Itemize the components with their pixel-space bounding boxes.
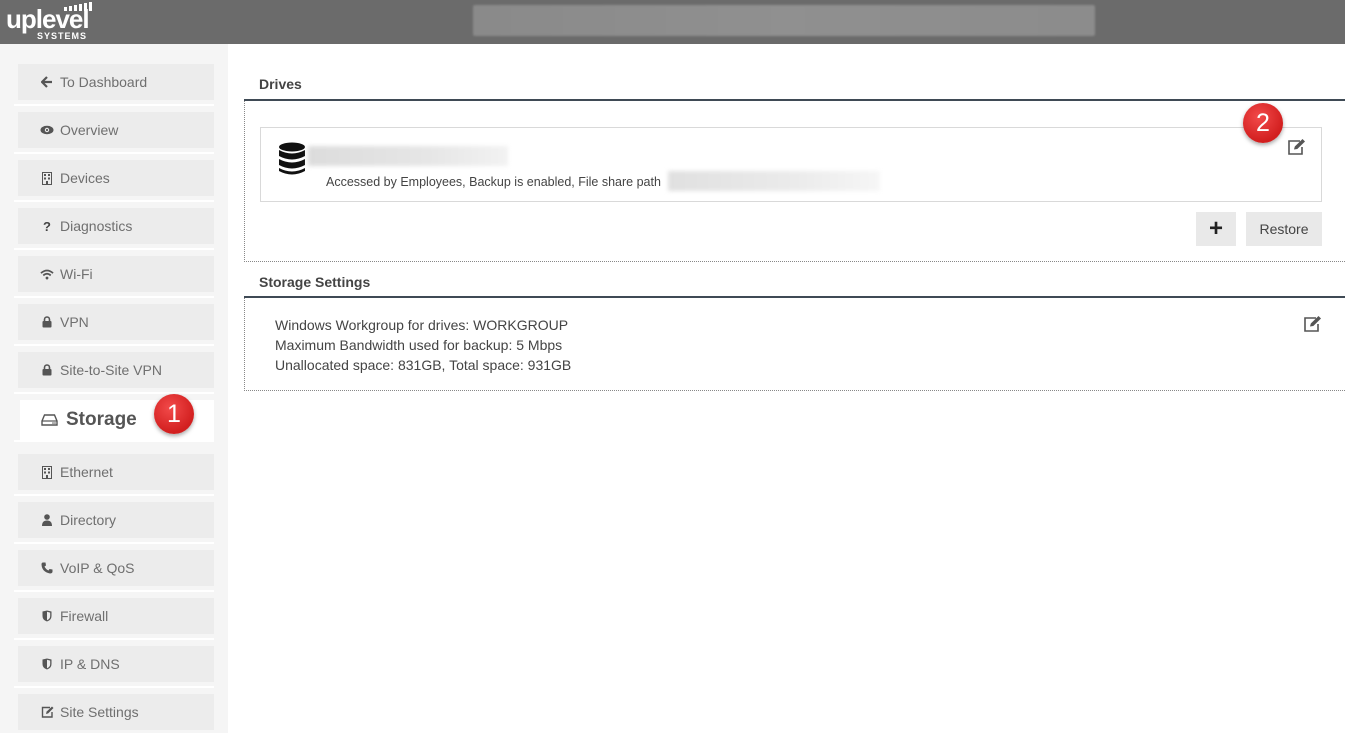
- sidebar-divider: [14, 440, 214, 442]
- sidebar-item-label: Storage: [66, 409, 137, 430]
- sidebar-item-label: VPN: [60, 314, 89, 330]
- database-icon: [278, 142, 306, 176]
- sidebar-item-label: VoIP & QoS: [60, 560, 135, 576]
- sidebar-item-wifi[interactable]: Wi-Fi: [18, 256, 214, 292]
- sidebar-item-site-settings[interactable]: Site Settings: [18, 694, 214, 730]
- question-icon: ?: [43, 218, 51, 234]
- shield-icon: [40, 658, 54, 670]
- sidebar-item-label: Site Settings: [60, 704, 139, 720]
- user-icon: [40, 514, 54, 526]
- space-line: Unallocated space: 831GB, Total space: 9…: [275, 357, 572, 373]
- sidebar-divider: [14, 494, 214, 496]
- sidebar-divider: [14, 542, 214, 544]
- sidebar-item-label: Diagnostics: [60, 218, 133, 234]
- redacted-drive-name: [308, 146, 508, 166]
- sidebar-item-ethernet[interactable]: Ethernet: [18, 454, 214, 490]
- sidebar-item-devices[interactable]: Devices: [18, 160, 214, 196]
- sidebar-divider: [14, 344, 214, 346]
- brand-sub: SYSTEMS: [37, 31, 88, 41]
- hdd-icon: [40, 414, 58, 426]
- building-icon: [40, 465, 54, 479]
- restore-button[interactable]: Restore: [1246, 212, 1322, 246]
- drives-section-title: Drives: [259, 76, 302, 92]
- redacted-file-share-path: [668, 171, 880, 191]
- sidebar-item-label: Wi-Fi: [60, 266, 93, 282]
- phone-icon: [40, 562, 54, 574]
- sidebar-item-label: To Dashboard: [60, 74, 148, 90]
- workgroup-line: Windows Workgroup for drives: WORKGROUP: [275, 317, 569, 333]
- callout-badge-1: 1: [154, 394, 194, 434]
- drive-description: Accessed by Employees, Backup is enabled…: [326, 175, 661, 189]
- edit-icon: [40, 706, 54, 718]
- sidebar-divider: [14, 590, 214, 592]
- sidebar-item-label: Ethernet: [60, 464, 113, 480]
- arrow-left-icon: [40, 76, 54, 88]
- wifi-icon: [40, 269, 54, 280]
- sidebar-item-vpn[interactable]: VPN: [18, 304, 214, 340]
- edit-storage-settings-icon[interactable]: [1303, 315, 1323, 333]
- edit-drive-icon[interactable]: [1287, 138, 1307, 156]
- sidebar-divider: [14, 152, 214, 154]
- bandwidth-line: Maximum Bandwidth used for backup: 5 Mbp…: [275, 337, 563, 353]
- sidebar-divider: [14, 104, 214, 106]
- brand-logo[interactable]: uplevel SYSTEMS: [6, 0, 96, 44]
- sidebar-item-voip-qos[interactable]: VoIP & QoS: [18, 550, 214, 586]
- building-icon: [40, 171, 54, 185]
- callout-badge-2: 2: [1243, 103, 1283, 143]
- lock-icon: [40, 316, 54, 328]
- sidebar-divider: [14, 392, 214, 394]
- add-drive-button[interactable]: +: [1196, 212, 1236, 246]
- sidebar-item-label: IP & DNS: [60, 656, 120, 672]
- sidebar-item-label: Directory: [60, 512, 117, 528]
- sidebar-divider: [14, 638, 214, 640]
- sidebar-item-firewall[interactable]: Firewall: [18, 598, 214, 634]
- sidebar-item-label: Site-to-Site VPN: [60, 362, 162, 378]
- sidebar-divider: [14, 200, 214, 202]
- eye-icon: [40, 125, 54, 135]
- sidebar-item-ip-dns[interactable]: IP & DNS: [18, 646, 214, 682]
- sidebar-item-overview[interactable]: Overview: [18, 112, 214, 148]
- sidebar-item-label: Firewall: [60, 608, 109, 624]
- sidebar-item-diagnostics[interactable]: ? Diagnostics: [18, 208, 214, 244]
- top-bar: uplevel SYSTEMS: [0, 0, 1345, 44]
- sidebar-divider: [14, 248, 214, 250]
- sidebar-item-label: Devices: [60, 170, 110, 186]
- signal-bars-icon: [64, 1, 96, 11]
- sidebar-item-label: Overview: [60, 122, 119, 138]
- sidebar-item-directory[interactable]: Directory: [18, 502, 214, 538]
- shield-icon: [40, 610, 54, 622]
- storage-settings-title: Storage Settings: [259, 274, 371, 290]
- lock-icon: [40, 364, 54, 376]
- sidebar-divider: [14, 686, 214, 688]
- sidebar-item-to-dashboard[interactable]: To Dashboard: [18, 64, 214, 100]
- sidebar-divider: [14, 296, 214, 298]
- sidebar-item-site-to-site-vpn[interactable]: Site-to-Site VPN: [18, 352, 214, 388]
- redacted-site-name: [473, 5, 1095, 36]
